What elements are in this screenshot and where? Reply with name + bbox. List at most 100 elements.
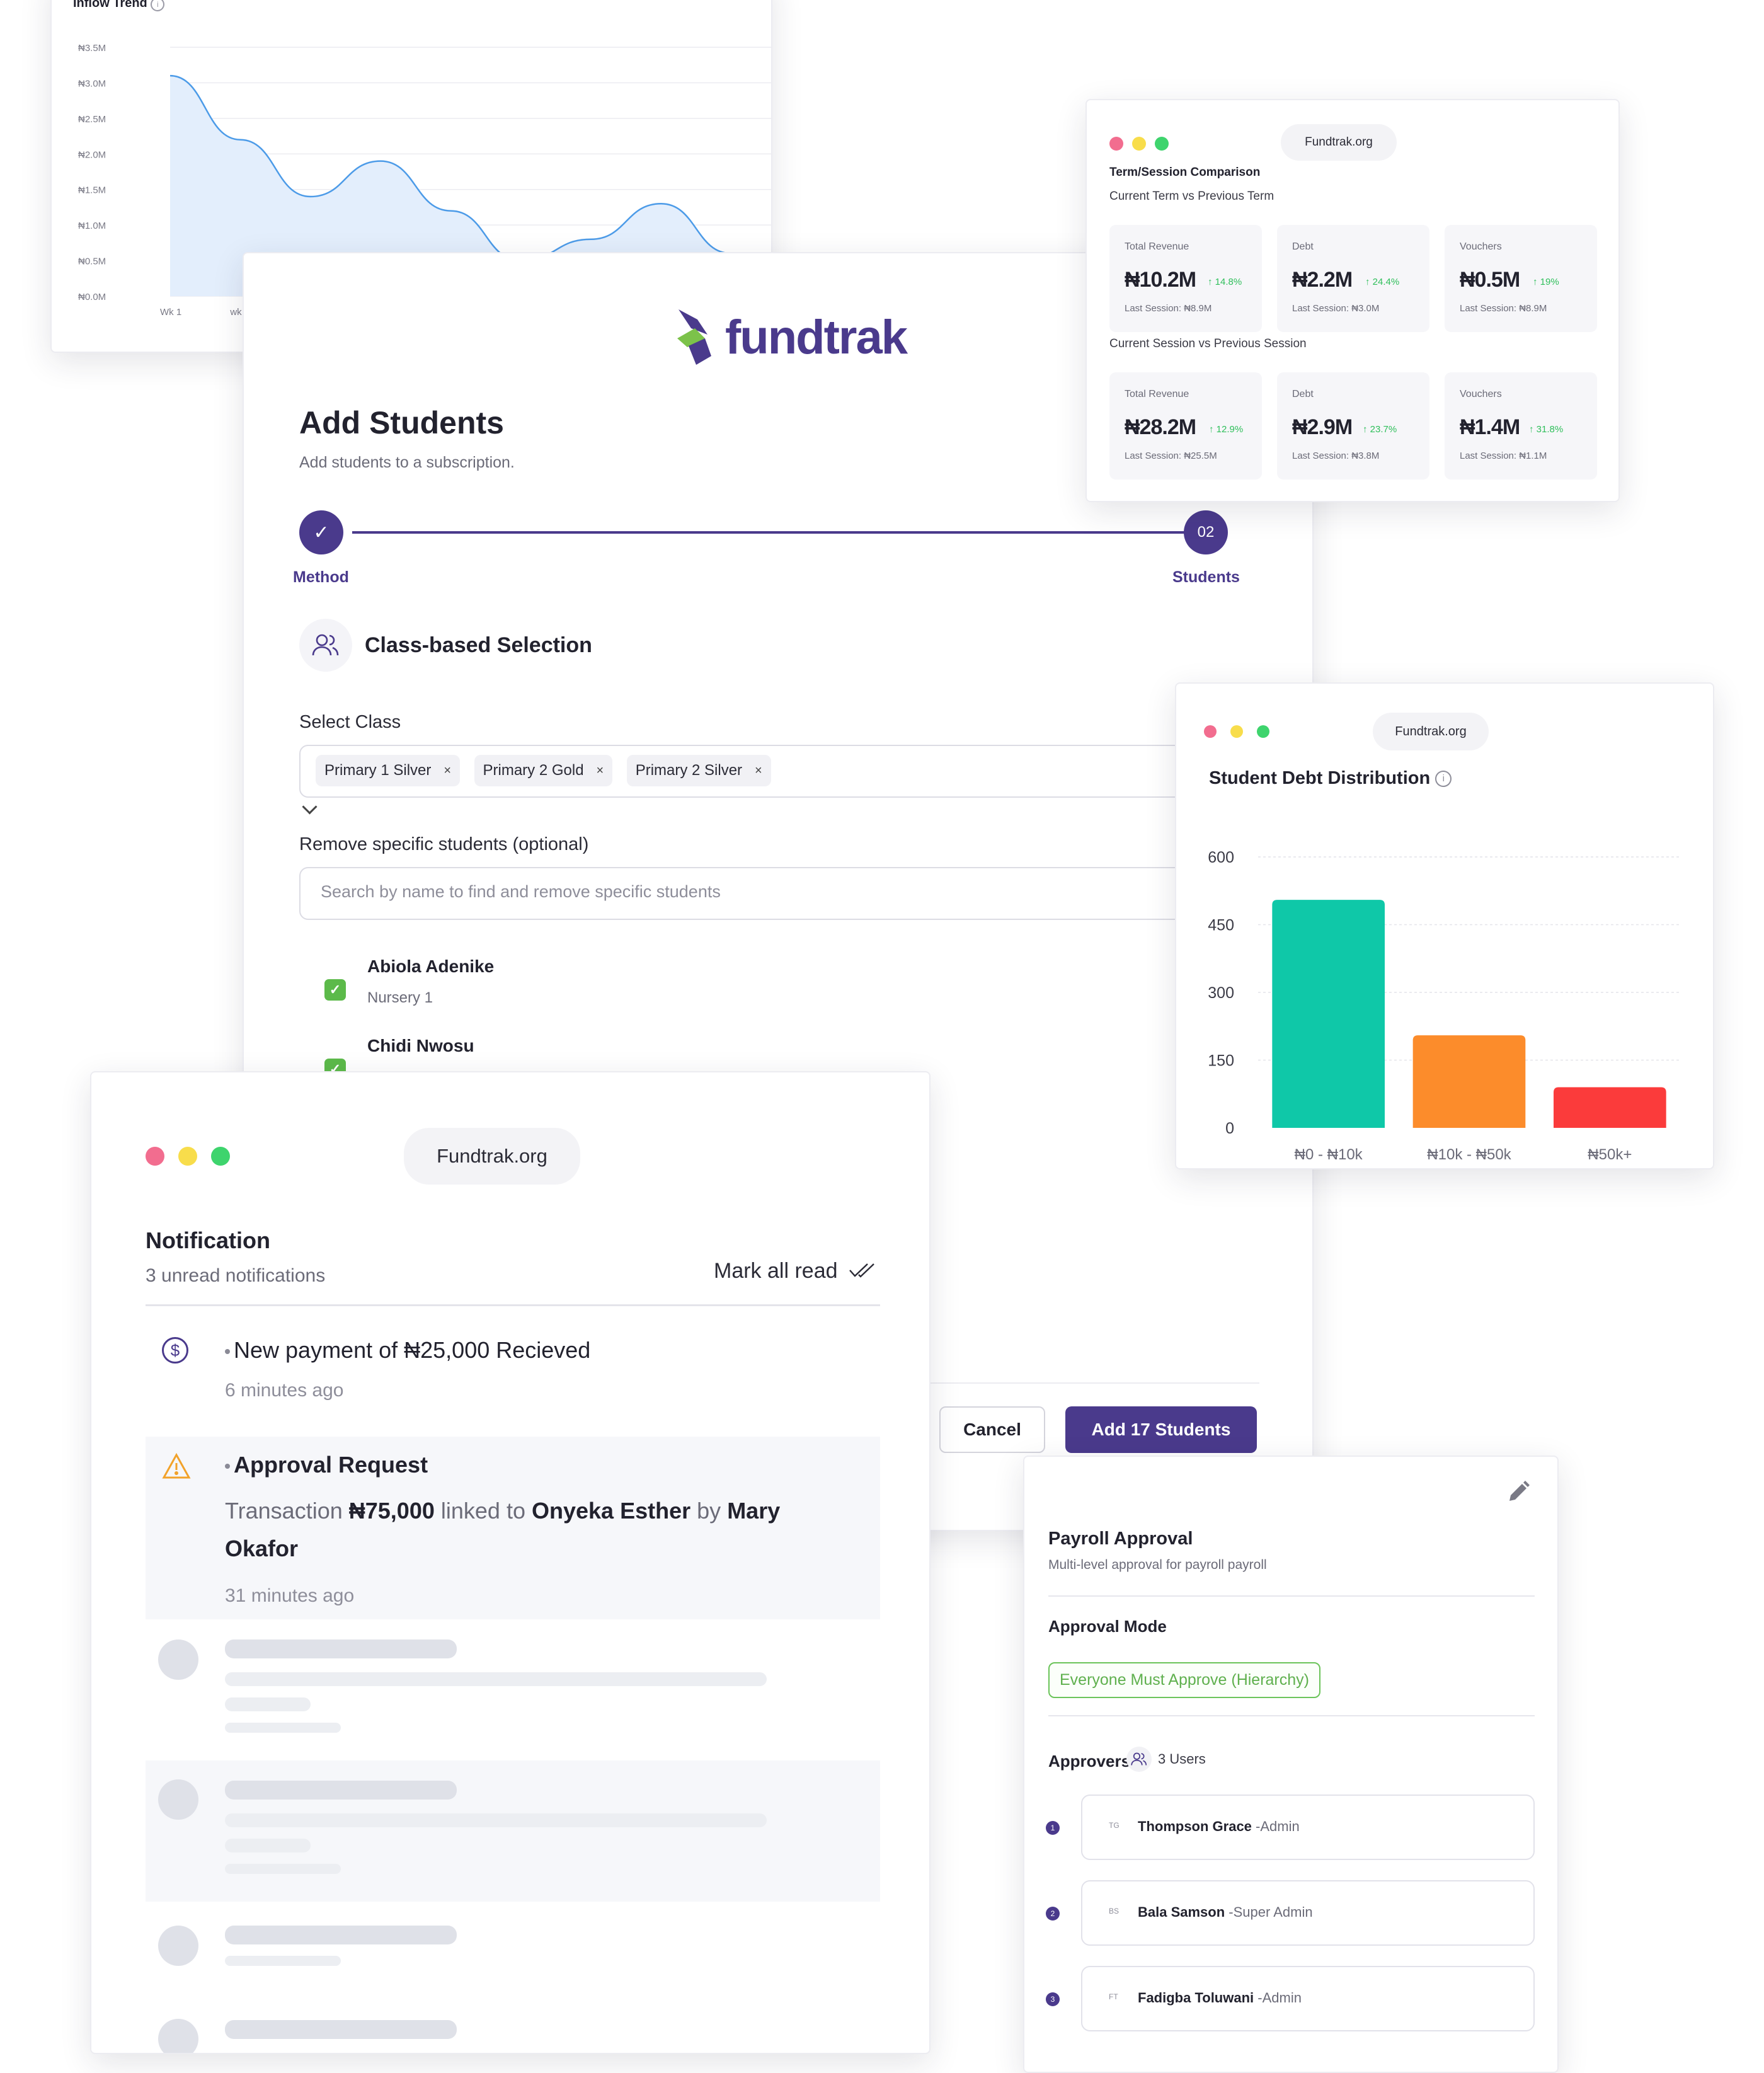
stat-card: Total Revenue ₦10.2M ↑ 14.8% Last Sessio… bbox=[1109, 225, 1262, 332]
mark-all-read-button[interactable]: Mark all read bbox=[714, 1259, 876, 1285]
stat-label: Total Revenue bbox=[1125, 389, 1189, 399]
minimize-dot-icon[interactable] bbox=[178, 1147, 197, 1166]
minimize-dot-icon[interactable] bbox=[1132, 137, 1146, 151]
stat-change: ↑ 19% bbox=[1533, 277, 1559, 287]
close-dot-icon[interactable] bbox=[146, 1147, 164, 1166]
stat-value: ₦0.5M bbox=[1460, 268, 1520, 292]
approver-initials: BS bbox=[1109, 1907, 1120, 1915]
cancel-button[interactable]: Cancel bbox=[939, 1406, 1045, 1453]
close-dot-icon[interactable] bbox=[1204, 725, 1217, 738]
notification-title-text: Approval Request bbox=[225, 1452, 428, 1478]
notification-title-label: New payment of ₦25,000 Recieved bbox=[234, 1337, 591, 1363]
checkbox-checked-icon[interactable]: ✓ bbox=[324, 979, 346, 1001]
dollar-icon: $ bbox=[162, 1337, 188, 1364]
stat-value: ₦28.2M bbox=[1125, 415, 1196, 439]
skeleton-item bbox=[146, 1926, 880, 2053]
chip-remove-icon[interactable]: × bbox=[597, 764, 604, 778]
notification-item[interactable]: $ New payment of ₦25,000 Recieved 6 minu… bbox=[146, 1324, 880, 1425]
stat-previous: Last Session: ₦8.9M bbox=[1125, 303, 1212, 314]
y-tick-label: 150 bbox=[1208, 1052, 1234, 1070]
skeleton-item bbox=[146, 1760, 880, 1902]
users-icon bbox=[299, 619, 352, 672]
approver-row[interactable]: FT Fadigba Toluwani -Admin bbox=[1081, 1966, 1535, 2031]
y-tick-label: ₦0.0M bbox=[78, 292, 106, 302]
body-text: Transaction bbox=[225, 1498, 343, 1524]
stat-label: Debt bbox=[1292, 241, 1314, 252]
fundtrak-logo-text: fundtrak bbox=[725, 310, 908, 364]
approver-name-text: Fadigba Toluwani bbox=[1138, 1990, 1254, 2006]
fundtrak-logo-icon bbox=[677, 309, 711, 365]
page-subtitle: Add students to a subscription. bbox=[299, 454, 515, 471]
notification-time: 6 minutes ago bbox=[225, 1380, 344, 1401]
step-method-circle[interactable]: ✓ bbox=[299, 510, 343, 554]
maximize-dot-icon[interactable] bbox=[211, 1147, 230, 1166]
add-students-button[interactable]: Add 17 Students bbox=[1065, 1406, 1257, 1453]
minimize-dot-icon[interactable] bbox=[1230, 725, 1243, 738]
chevron-down-icon[interactable] bbox=[302, 799, 318, 815]
approver-name: Fadigba Toluwani -Admin bbox=[1138, 1990, 1302, 2006]
y-tick-label: ₦3.0M bbox=[78, 78, 106, 89]
close-dot-icon[interactable] bbox=[1109, 137, 1123, 151]
search-placeholder: Search by name to find and remove specif… bbox=[321, 882, 721, 901]
stat-card: Vouchers ₦0.5M ↑ 19% Last Session: ₦8.9M bbox=[1445, 225, 1597, 332]
stat-value: ₦2.9M bbox=[1292, 415, 1353, 439]
window-controls bbox=[1109, 137, 1169, 151]
approver-initials: TG bbox=[1109, 1821, 1120, 1830]
url-pill: Fundtrak.org bbox=[1373, 713, 1489, 750]
y-tick-label: ₦1.5M bbox=[78, 185, 106, 196]
maximize-dot-icon[interactable] bbox=[1257, 725, 1269, 738]
notification-title-label: Approval Request bbox=[234, 1452, 428, 1478]
skeleton-line bbox=[225, 1956, 341, 1966]
student-search-input[interactable]: Search by name to find and remove specif… bbox=[299, 867, 1312, 920]
chip-remove-icon[interactable]: × bbox=[444, 764, 451, 778]
payroll-title: Payroll Approval bbox=[1048, 1529, 1193, 1549]
class-chip: Primary 2 Gold × bbox=[474, 755, 613, 786]
skeleton-avatar bbox=[158, 2019, 198, 2053]
term-comparison-card: Fundtrak.org Term/Session Comparison Cur… bbox=[1085, 99, 1620, 502]
approval-mode-badge[interactable]: Everyone Must Approve (Hierarchy) bbox=[1048, 1662, 1320, 1698]
stat-change: ↑ 12.9% bbox=[1209, 424, 1244, 435]
bar bbox=[1554, 1087, 1666, 1128]
maximize-dot-icon[interactable] bbox=[1155, 137, 1169, 151]
notification-title: Notification bbox=[146, 1227, 270, 1253]
stat-change: ↑ 14.8% bbox=[1208, 277, 1242, 287]
info-icon[interactable]: i bbox=[1435, 771, 1452, 788]
warning-icon bbox=[162, 1452, 191, 1483]
payroll-description: Multi-level approval for payroll payroll bbox=[1048, 1558, 1267, 1572]
approver-row[interactable]: TG Thompson Grace -Admin bbox=[1081, 1794, 1535, 1860]
notification-item[interactable]: Approval Request Transaction ₦75,000 lin… bbox=[146, 1437, 880, 1619]
skeleton-avatar bbox=[158, 1639, 198, 1680]
unread-dot-icon bbox=[225, 1464, 230, 1469]
stat-label: Total Revenue bbox=[1125, 241, 1189, 252]
student-name: Abiola Adenike bbox=[367, 956, 495, 976]
approver-row[interactable]: BS Bala Samson -Super Admin bbox=[1081, 1880, 1535, 1946]
chip-remove-icon[interactable]: × bbox=[755, 764, 762, 778]
notification-card: Fundtrak.org Notification 3 unread notif… bbox=[90, 1071, 931, 2054]
window-controls bbox=[146, 1147, 230, 1166]
notification-title-text: New payment of ₦25,000 Recieved bbox=[225, 1337, 590, 1364]
debt-title-text: Student Debt Distribution bbox=[1209, 768, 1431, 788]
skeleton-line bbox=[225, 1864, 341, 1874]
class-multiselect[interactable]: Primary 1 Silver × Primary 2 Gold × Primar… bbox=[299, 745, 1312, 798]
y-tick-label: 300 bbox=[1208, 984, 1234, 1002]
pencil-edit-icon[interactable] bbox=[1506, 1479, 1531, 1508]
approver-order-badge: 1 bbox=[1046, 1821, 1060, 1835]
stat-change: ↑ 23.7% bbox=[1363, 424, 1397, 435]
step-students-circle[interactable]: 02 bbox=[1184, 510, 1228, 554]
skeleton-line bbox=[225, 1926, 457, 1944]
select-class-label: Select Class bbox=[299, 712, 401, 732]
approvers-label: Approvers bbox=[1048, 1752, 1131, 1771]
stat-change: ↑ 24.4% bbox=[1365, 277, 1400, 287]
approver-initials: FT bbox=[1109, 1992, 1118, 2001]
approver-name: Bala Samson -Super Admin bbox=[1138, 1904, 1313, 1921]
transaction-amount: ₦75,000 bbox=[348, 1498, 435, 1524]
class-chip-label: Primary 1 Silver bbox=[324, 762, 432, 779]
section-title: Class-based Selection bbox=[365, 633, 592, 657]
notification-time: 31 minutes ago bbox=[225, 1585, 355, 1606]
unread-count: 3 unread notifications bbox=[146, 1265, 326, 1286]
debt-distribution-card: Fundtrak.org Student Debt Distribution i… bbox=[1175, 682, 1714, 1169]
approver-role: -Admin bbox=[1257, 1990, 1302, 2006]
x-tick-label: ₦10k - ₦50k bbox=[1427, 1146, 1511, 1163]
class-chip-label: Primary 2 Gold bbox=[483, 762, 584, 779]
page-title: Add Students bbox=[299, 405, 504, 440]
